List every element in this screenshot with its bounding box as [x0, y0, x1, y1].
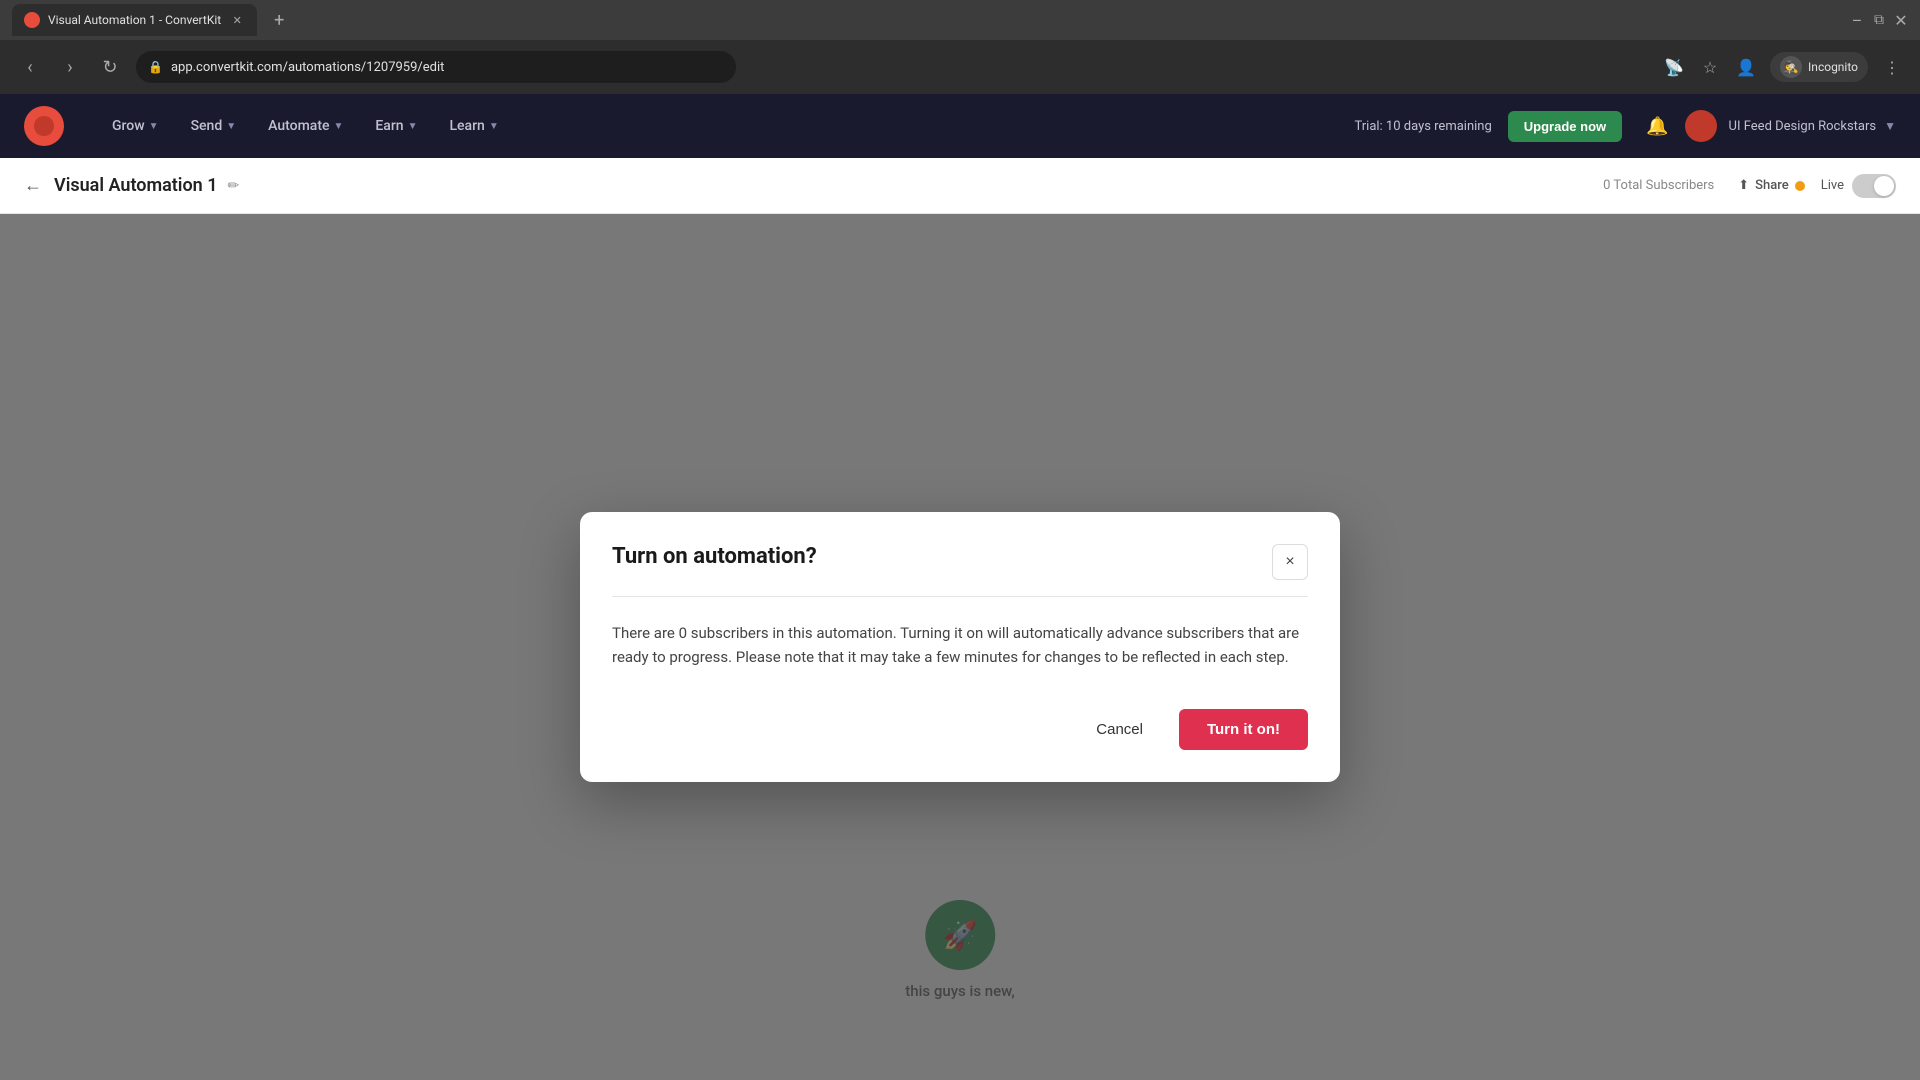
- dialog-divider: [612, 596, 1308, 597]
- nav-item-grow[interactable]: Grow ▼: [96, 94, 175, 158]
- forward-nav-button[interactable]: ›: [56, 53, 84, 81]
- share-label: Share: [1755, 178, 1789, 193]
- share-icon: ⬆: [1738, 178, 1749, 193]
- nav-item-send-label: Send: [191, 118, 223, 134]
- sub-nav: ← Visual Automation 1 ✏ 0 Total Subscrib…: [0, 158, 1920, 214]
- nav-chevron-earn: ▼: [408, 121, 418, 132]
- nav-item-automate[interactable]: Automate ▼: [252, 94, 359, 158]
- user-avatar[interactable]: [1685, 110, 1717, 142]
- dialog-body: There are 0 subscribers in this automati…: [612, 621, 1308, 669]
- nav-username-chevron[interactable]: ▼: [1884, 119, 1896, 133]
- browser-tab[interactable]: Visual Automation 1 - ConvertKit ✕: [12, 4, 257, 36]
- nav-item-automate-label: Automate: [268, 118, 329, 134]
- back-nav-button[interactable]: ‹: [16, 53, 44, 81]
- nav-chevron-send: ▼: [226, 121, 236, 132]
- logo-inner: [34, 116, 54, 136]
- nav-item-learn[interactable]: Learn ▼: [434, 94, 515, 158]
- top-nav: Grow ▼ Send ▼ Automate ▼ Earn ▼ Learn ▼ …: [0, 94, 1920, 158]
- live-toggle[interactable]: [1852, 174, 1896, 198]
- modal-overlay: Turn on automation? × There are 0 subscr…: [0, 214, 1920, 1080]
- edit-icon[interactable]: ✏: [227, 178, 239, 194]
- nav-item-earn-label: Earn: [375, 118, 403, 134]
- dialog-footer: Cancel Turn it on!: [612, 709, 1308, 750]
- notification-bell-icon[interactable]: 🔔: [1646, 116, 1668, 137]
- main-content: 🚀 this guys is new, Turn on automation? …: [0, 214, 1920, 1080]
- app: Grow ▼ Send ▼ Automate ▼ Earn ▼ Learn ▼ …: [0, 94, 1920, 1080]
- menu-icon[interactable]: ⋮: [1880, 55, 1904, 79]
- close-window-button[interactable]: ✕: [1894, 13, 1908, 27]
- incognito-avatar: 🕵: [1780, 56, 1802, 78]
- tab-favicon: [24, 12, 40, 28]
- tab-title: Visual Automation 1 - ConvertKit: [48, 13, 221, 27]
- nav-chevron-automate: ▼: [333, 121, 343, 132]
- address-bar[interactable]: 🔒 app.convertkit.com/automations/1207959…: [136, 51, 736, 83]
- nav-chevron-learn: ▼: [489, 121, 499, 132]
- dialog-close-button[interactable]: ×: [1272, 544, 1308, 580]
- confirm-button[interactable]: Turn it on!: [1179, 709, 1308, 750]
- maximize-button[interactable]: ⧉: [1872, 13, 1886, 27]
- bookmark-icon[interactable]: ☆: [1698, 55, 1722, 79]
- window-controls: – ⧉ ✕: [1850, 13, 1908, 27]
- refresh-button[interactable]: ↻: [96, 53, 124, 81]
- incognito-badge[interactable]: 🕵 Incognito: [1770, 52, 1868, 82]
- share-button[interactable]: ⬆ Share: [1738, 178, 1804, 193]
- cancel-button[interactable]: Cancel: [1072, 709, 1167, 750]
- browser-titlebar: Visual Automation 1 - ConvertKit ✕ + – ⧉…: [0, 0, 1920, 40]
- logo[interactable]: [24, 106, 64, 146]
- minimize-button[interactable]: –: [1850, 13, 1864, 27]
- live-label: Live: [1821, 178, 1844, 193]
- live-toggle-knob: [1874, 176, 1894, 196]
- profile-icon[interactable]: 👤: [1734, 55, 1758, 79]
- new-tab-button[interactable]: +: [265, 6, 293, 34]
- browser-chrome: Visual Automation 1 - ConvertKit ✕ + – ⧉…: [0, 0, 1920, 94]
- nav-item-learn-label: Learn: [450, 118, 485, 134]
- browser-toolbar: ‹ › ↻ 🔒 app.convertkit.com/automations/1…: [0, 40, 1920, 94]
- subscribers-count: 0 Total Subscribers: [1603, 178, 1714, 193]
- nav-chevron-grow: ▼: [149, 121, 159, 132]
- incognito-label: Incognito: [1808, 60, 1858, 74]
- dialog-title: Turn on automation?: [612, 544, 817, 569]
- nav-item-earn[interactable]: Earn ▼: [359, 94, 433, 158]
- share-status-dot: [1795, 181, 1805, 191]
- address-text: app.convertkit.com/automations/1207959/e…: [171, 60, 444, 75]
- toolbar-actions: 📡 ☆ 👤 🕵 Incognito ⋮: [1662, 52, 1904, 82]
- lock-icon: 🔒: [148, 60, 163, 74]
- dialog-header: Turn on automation? ×: [612, 544, 1308, 580]
- trial-badge: Trial: 10 days remaining: [1354, 119, 1491, 134]
- cast-icon[interactable]: 📡: [1662, 55, 1686, 79]
- username-label: UI Feed Design Rockstars: [1729, 119, 1877, 134]
- dialog: Turn on automation? × There are 0 subscr…: [580, 512, 1340, 782]
- back-button[interactable]: ←: [24, 175, 42, 196]
- automation-title: Visual Automation 1: [54, 175, 217, 196]
- nav-items: Grow ▼ Send ▼ Automate ▼ Earn ▼ Learn ▼: [96, 94, 515, 158]
- nav-item-grow-label: Grow: [112, 118, 145, 134]
- nav-item-send[interactable]: Send ▼: [175, 94, 253, 158]
- tab-close-icon[interactable]: ✕: [229, 12, 245, 28]
- logo-circle: [24, 106, 64, 146]
- upgrade-button[interactable]: Upgrade now: [1508, 111, 1622, 142]
